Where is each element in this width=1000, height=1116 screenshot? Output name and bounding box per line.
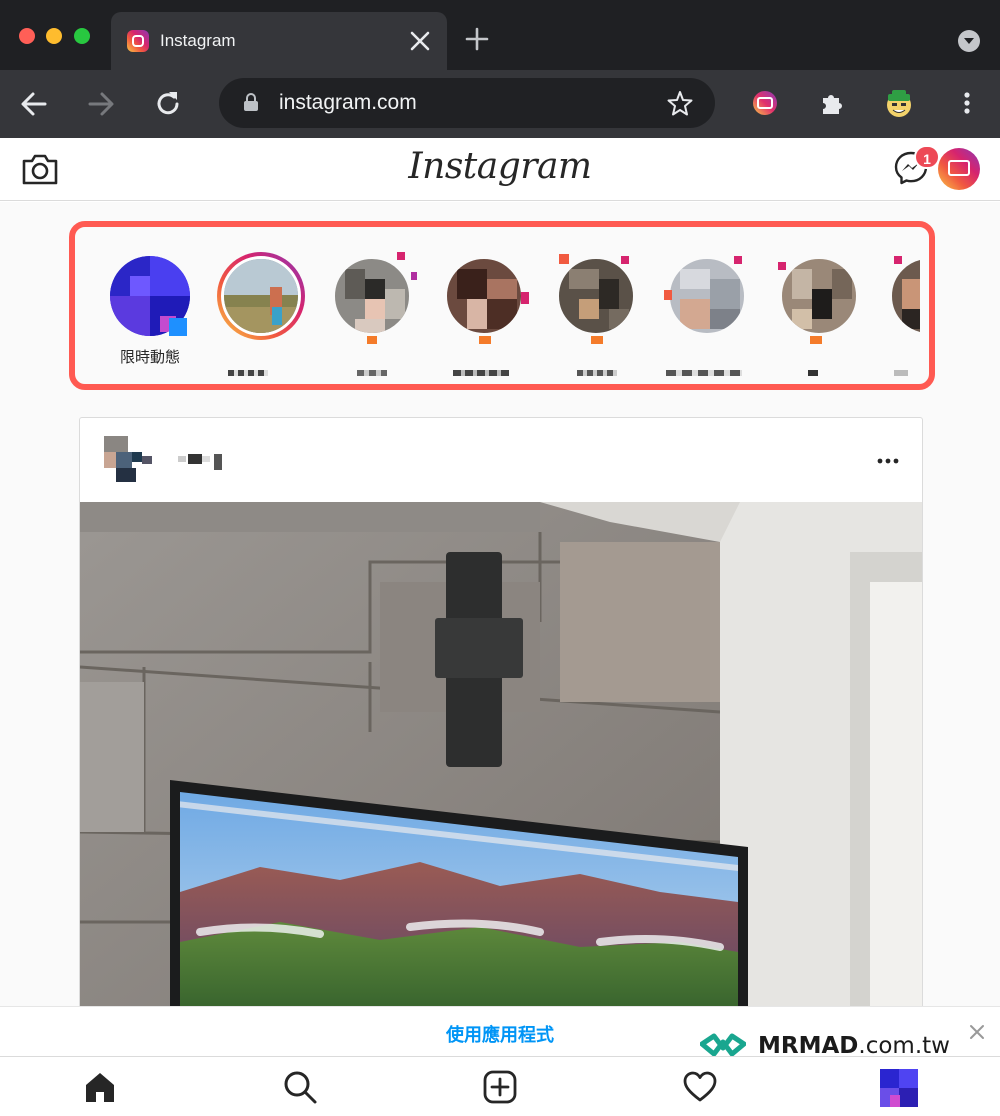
new-tab-plus-icon[interactable] <box>464 26 490 52</box>
close-tab-icon[interactable] <box>407 28 433 54</box>
redacted-label <box>577 370 617 376</box>
story-item[interactable] <box>327 252 417 376</box>
back-arrow-icon[interactable] <box>18 88 50 120</box>
redacted-label <box>894 370 908 376</box>
post-author-username-redacted[interactable] <box>178 454 228 470</box>
story-item[interactable] <box>439 252 529 376</box>
forward-arrow-icon[interactable] <box>85 88 117 120</box>
story-avatar <box>332 256 412 336</box>
camera-icon[interactable] <box>21 151 59 187</box>
browser-toolbar: instagram.com <box>0 70 1000 138</box>
puzzle-extension-icon[interactable] <box>815 86 849 120</box>
story-avatar <box>779 256 859 336</box>
instagram-logo[interactable]: Instagram <box>400 146 600 194</box>
tab-search-dropdown-icon[interactable] <box>958 30 980 52</box>
add-story-icon[interactable] <box>169 318 187 336</box>
instagram-favicon-icon <box>127 30 149 52</box>
story-avatar <box>556 256 636 336</box>
url-text: instagram.com <box>279 91 417 114</box>
home-icon[interactable] <box>82 1069 118 1105</box>
igtv-extension-icon[interactable] <box>748 86 782 120</box>
redacted-label <box>808 370 818 376</box>
story-item[interactable] <box>551 252 641 376</box>
story-avatar <box>667 256 747 336</box>
stories-tray: 限時動態 <box>84 236 920 376</box>
reload-icon[interactable] <box>152 88 184 120</box>
story-item[interactable] <box>884 252 920 376</box>
bookmark-star-icon[interactable] <box>667 90 693 116</box>
story-item[interactable] <box>774 252 864 376</box>
activity-heart-icon[interactable] <box>682 1069 718 1105</box>
minimize-window-button[interactable] <box>46 28 62 44</box>
address-bar[interactable]: instagram.com <box>219 78 715 128</box>
story-avatar <box>444 256 524 336</box>
close-icon[interactable] <box>968 1023 986 1041</box>
browser-tab-instagram[interactable]: Instagram <box>111 12 447 70</box>
story-avatar <box>889 256 920 336</box>
story-item[interactable] <box>662 252 752 376</box>
post-photo[interactable] <box>80 502 923 1017</box>
redacted-label <box>228 370 268 376</box>
redacted-label <box>453 370 509 376</box>
feed-post <box>79 417 923 1017</box>
search-icon[interactable] <box>282 1069 318 1105</box>
tab-title: Instagram <box>160 31 236 50</box>
close-window-button[interactable] <box>19 28 35 44</box>
more-options-icon[interactable] <box>876 456 900 466</box>
kebab-menu-icon[interactable] <box>950 86 984 120</box>
new-post-icon[interactable] <box>482 1069 518 1105</box>
bottom-navigation <box>0 1056 1000 1116</box>
lock-icon[interactable] <box>243 93 259 111</box>
redacted-label <box>357 370 387 376</box>
story-avatar <box>221 256 301 336</box>
profile-extension-icon[interactable] <box>882 86 916 120</box>
zoom-window-button[interactable] <box>74 28 90 44</box>
messenger-unread-badge: 1 <box>914 145 940 169</box>
profile-avatar[interactable] <box>880 1069 918 1107</box>
browser-tab-bar: Instagram <box>0 0 1000 70</box>
igtv-icon[interactable] <box>938 148 980 190</box>
story-label: 限時動態 <box>119 349 180 366</box>
redacted-label <box>666 370 742 376</box>
story-item-your-story[interactable]: 限時動態 <box>105 252 195 372</box>
story-item[interactable] <box>216 252 306 376</box>
post-author-avatar[interactable] <box>104 436 152 484</box>
instagram-header: Instagram <box>0 138 1000 201</box>
